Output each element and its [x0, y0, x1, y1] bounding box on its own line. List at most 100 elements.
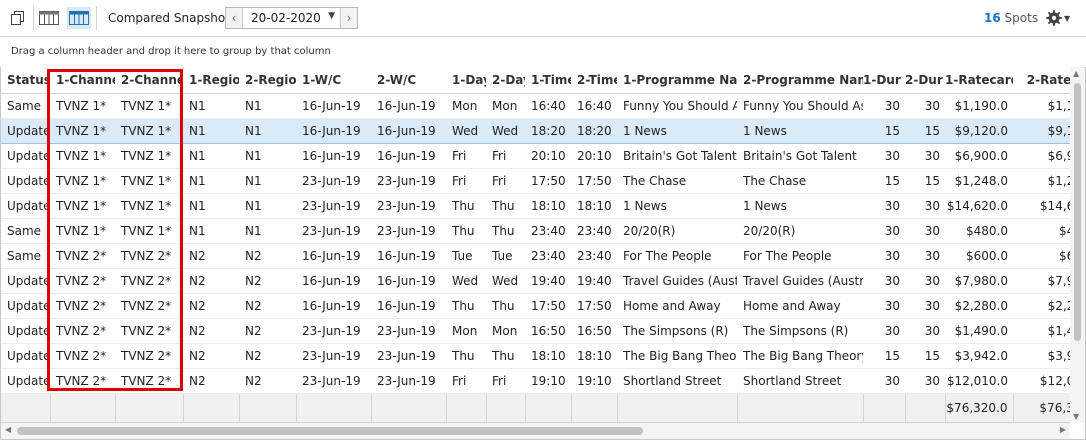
table-row[interactable]: Same TVNZ 2* TVNZ 2* N2 N2 16-Jun-19 16-Jun-19… [1, 243, 1070, 269]
table-cell[interactable]: TVNZ 2* [50, 318, 115, 344]
table-cell[interactable]: 1 News [737, 117, 863, 144]
table-cell[interactable]: $14,620.0 [945, 193, 1013, 219]
table-cell[interactable]: TVNZ 2* [115, 293, 183, 319]
table-cell[interactable]: For The People [617, 243, 737, 269]
table-cell[interactable]: 23:40 [571, 243, 617, 269]
horizontal-scroll-thumb[interactable] [17, 427, 643, 435]
table-cell[interactable]: $600.0 [1013, 243, 1070, 269]
table-cell[interactable]: 30 [863, 143, 905, 169]
table-cell[interactable]: N2 [183, 243, 239, 269]
vertical-scroll-thumb[interactable] [1074, 83, 1081, 341]
columns-active-icon[interactable] [67, 7, 91, 29]
table-cell[interactable]: Britain's Got Talent [617, 143, 737, 169]
table-cell[interactable]: 18:10 [525, 343, 571, 369]
scroll-right-icon[interactable]: ▶ [1060, 425, 1066, 434]
table-cell[interactable]: N2 [183, 293, 239, 319]
table-cell[interactable]: Same [1, 218, 50, 244]
table-cell[interactable]: TVNZ 2* [50, 243, 115, 269]
table-cell[interactable]: Wed [486, 117, 525, 144]
table-cell[interactable]: N2 [239, 368, 296, 394]
table-cell[interactable]: $1,248.0 [1013, 168, 1070, 194]
settings-menu-button[interactable]: ▼ [1046, 8, 1076, 28]
table-cell[interactable]: N1 [183, 218, 239, 244]
table-cell[interactable]: Thu [486, 218, 525, 244]
table-cell[interactable]: 30 [905, 293, 945, 319]
table-cell[interactable]: 16-Jun-19 [371, 268, 446, 294]
table-cell[interactable]: Updated [1, 293, 50, 319]
table-cell[interactable]: N2 [183, 268, 239, 294]
table-cell[interactable]: N1 [183, 93, 239, 119]
table-cell[interactable]: N1 [183, 117, 239, 144]
table-cell[interactable]: Mon [446, 93, 486, 119]
table-cell[interactable]: 23-Jun-19 [371, 343, 446, 369]
table-cell[interactable]: 30 [863, 368, 905, 394]
previous-snapshot-button[interactable]: ‹ [226, 8, 243, 28]
column-header[interactable]: 1-Time [525, 67, 571, 94]
table-cell[interactable]: 23-Jun-19 [296, 368, 371, 394]
table-cell[interactable]: 16:40 [571, 93, 617, 119]
table-cell[interactable]: Updated [1, 168, 50, 194]
table-cell[interactable]: 17:50 [571, 293, 617, 319]
table-cell[interactable]: $9,120.0 [1013, 117, 1070, 144]
scroll-down-icon[interactable]: ▼ [1073, 412, 1079, 421]
table-cell[interactable]: Travel Guides (Austra [737, 268, 863, 294]
table-cell[interactable]: Thu [446, 193, 486, 219]
table-cell[interactable]: Fri [486, 143, 525, 169]
table-cell[interactable]: 30 [905, 318, 945, 344]
table-cell[interactable]: N1 [239, 168, 296, 194]
table-cell[interactable]: The Chase [617, 168, 737, 194]
table-cell[interactable]: 16-Jun-19 [371, 243, 446, 269]
table-cell[interactable]: 18:10 [571, 343, 617, 369]
table-row[interactable]: UpdatedTVNZ 1*TVNZ 1*N1N116-Jun-1916-Jun… [1, 143, 1070, 169]
table-cell[interactable]: 18:10 [571, 193, 617, 219]
table-cell[interactable]: 30 [905, 268, 945, 294]
table-cell[interactable]: 16:50 [571, 318, 617, 344]
table-cell[interactable]: N1 [239, 193, 296, 219]
table-cell[interactable]: TVNZ 2* [50, 368, 115, 394]
table-cell[interactable]: Updated [1, 368, 50, 394]
table-cell[interactable]: Home and Away [737, 293, 863, 319]
table-cell[interactable]: Updated [1, 268, 50, 294]
table-cell[interactable]: 17:50 [525, 293, 571, 319]
table-cell[interactable]: $2,280.0 [945, 293, 1013, 319]
table-row[interactable]: UpdatedTVNZ 2*TVNZ 2*N2N223-Jun-1923-Jun… [1, 318, 1070, 344]
columns-icon[interactable] [37, 7, 61, 29]
table-cell[interactable]: 16-Jun-19 [296, 93, 371, 119]
table-cell[interactable]: TVNZ 2* [115, 318, 183, 344]
column-header[interactable]: 1-Dur [863, 67, 905, 94]
table-cell[interactable]: 16-Jun-19 [371, 293, 446, 319]
table-cell[interactable]: 23-Jun-19 [371, 168, 446, 194]
table-cell[interactable]: 19:10 [525, 368, 571, 394]
table-cell[interactable]: 1 News [617, 193, 737, 219]
table-cell[interactable]: TVNZ 1* [50, 168, 115, 194]
table-cell[interactable]: Mon [446, 318, 486, 344]
table-cell[interactable]: 23:40 [571, 218, 617, 244]
next-snapshot-button[interactable]: › [340, 8, 357, 28]
table-cell[interactable]: 30 [863, 318, 905, 344]
table-cell[interactable]: Britain's Got Talent [737, 143, 863, 169]
vertical-scrollbar[interactable]: ▲ ▼ [1070, 67, 1085, 423]
table-cell[interactable]: 15 [863, 343, 905, 369]
column-header[interactable]: 2-Channel [115, 67, 183, 94]
table-cell[interactable]: TVNZ 2* [115, 243, 183, 269]
table-cell[interactable]: 30 [905, 143, 945, 169]
table-cell[interactable]: Thu [446, 218, 486, 244]
table-cell[interactable]: 23-Jun-19 [371, 368, 446, 394]
table-cell[interactable]: 16-Jun-19 [371, 117, 446, 144]
table-cell[interactable]: TVNZ 2* [115, 268, 183, 294]
table-cell[interactable]: Thu [486, 343, 525, 369]
table-cell[interactable]: N1 [239, 143, 296, 169]
table-cell[interactable]: Thu [446, 293, 486, 319]
table-cell[interactable]: The Simpsons (R) [737, 318, 863, 344]
table-cell[interactable]: $12,010.0 [945, 368, 1013, 394]
table-cell[interactable]: N1 [239, 93, 296, 119]
table-cell[interactable]: Mon [486, 318, 525, 344]
table-cell[interactable]: N2 [183, 368, 239, 394]
table-cell[interactable]: The Simpsons (R) [617, 318, 737, 344]
table-cell[interactable]: Same [1, 243, 50, 269]
table-cell[interactable]: Funny You Should As [737, 93, 863, 119]
table-cell[interactable]: N1 [239, 218, 296, 244]
column-header[interactable]: 1-Programme Name [617, 67, 737, 94]
table-cell[interactable]: 16-Jun-19 [371, 143, 446, 169]
table-cell[interactable]: $1,190.0 [1013, 93, 1070, 119]
